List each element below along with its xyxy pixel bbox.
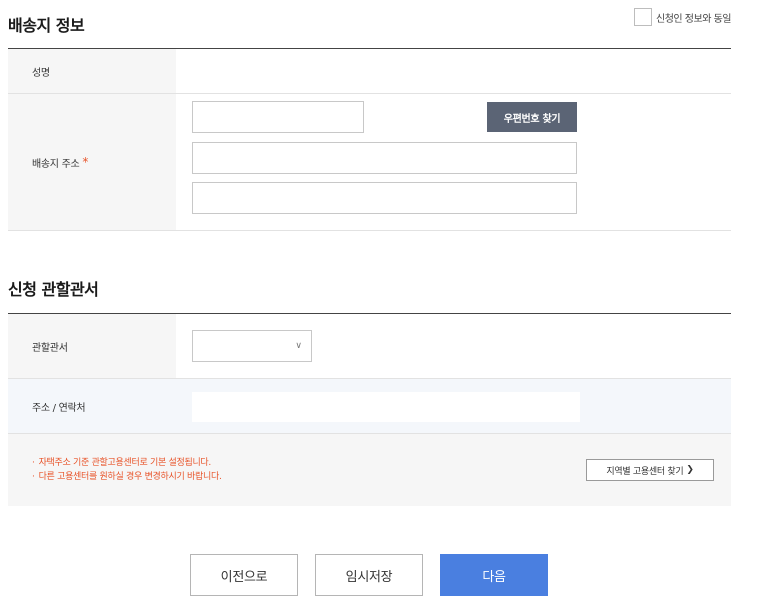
delivery-form-table: 성명 배송지 주소 * 우편번호 찾기	[8, 48, 731, 231]
notice-line: 다른 고용센터를 원하실 경우 변경하시기 바랍니다.	[32, 470, 222, 484]
same-as-applicant-checkbox[interactable]: 신청인 정보와 동일	[634, 8, 731, 26]
contact-label: 주소 / 연락처	[8, 379, 176, 433]
notice-box: 자택주소 기준 관할고용센터로 기본 설정됩니다. 다른 고용센터를 원하실 경…	[8, 434, 731, 506]
office-section-title: 신청 관할관서	[8, 280, 99, 299]
next-button[interactable]: 다음	[440, 554, 548, 596]
contact-row: 주소 / 연락처	[8, 379, 731, 434]
required-mark: *	[82, 155, 89, 169]
address-input[interactable]	[192, 142, 577, 174]
address-row: 배송지 주소 * 우편번호 찾기	[8, 94, 731, 231]
contact-display	[192, 392, 580, 422]
address-detail-input[interactable]	[192, 182, 577, 214]
address-label-cell: 배송지 주소 *	[8, 94, 176, 230]
chevron-right-icon: ❯	[686, 465, 694, 475]
name-value	[176, 49, 731, 93]
same-as-applicant-label: 신청인 정보와 동일	[656, 13, 731, 25]
temp-save-button[interactable]: 임시저장	[315, 554, 423, 596]
office-form-table: 관할관서 ∨ 주소 / 연락처	[8, 313, 731, 434]
chevron-down-icon: ∨	[295, 341, 302, 351]
address-label: 배송지 주소	[32, 158, 80, 170]
office-select[interactable]: ∨	[192, 330, 312, 362]
name-label: 성명	[8, 49, 176, 93]
office-select-cell: ∨	[176, 314, 731, 378]
contact-cell	[176, 379, 731, 433]
prev-button[interactable]: 이전으로	[190, 554, 298, 596]
address-inputs: 우편번호 찾기	[176, 94, 731, 230]
region-button-label: 지역별 고용센터 찾기	[606, 466, 684, 477]
zipcode-search-button[interactable]: 우편번호 찾기	[487, 102, 577, 132]
delivery-section-title: 배송지 정보	[8, 16, 85, 35]
notice-line: 자택주소 기준 관할고용센터로 기본 설정됩니다.	[32, 456, 222, 470]
checkbox-box[interactable]	[634, 8, 653, 26]
name-row: 성명	[8, 49, 731, 94]
office-row: 관할관서 ∨	[8, 314, 731, 379]
notice-lines: 자택주소 기준 관할고용센터로 기본 설정됩니다. 다른 고용센터를 원하실 경…	[32, 456, 222, 484]
region-center-search-button[interactable]: 지역별 고용센터 찾기 ❯	[586, 459, 714, 481]
office-label: 관할관서	[8, 314, 176, 378]
zipcode-input[interactable]	[192, 101, 364, 133]
